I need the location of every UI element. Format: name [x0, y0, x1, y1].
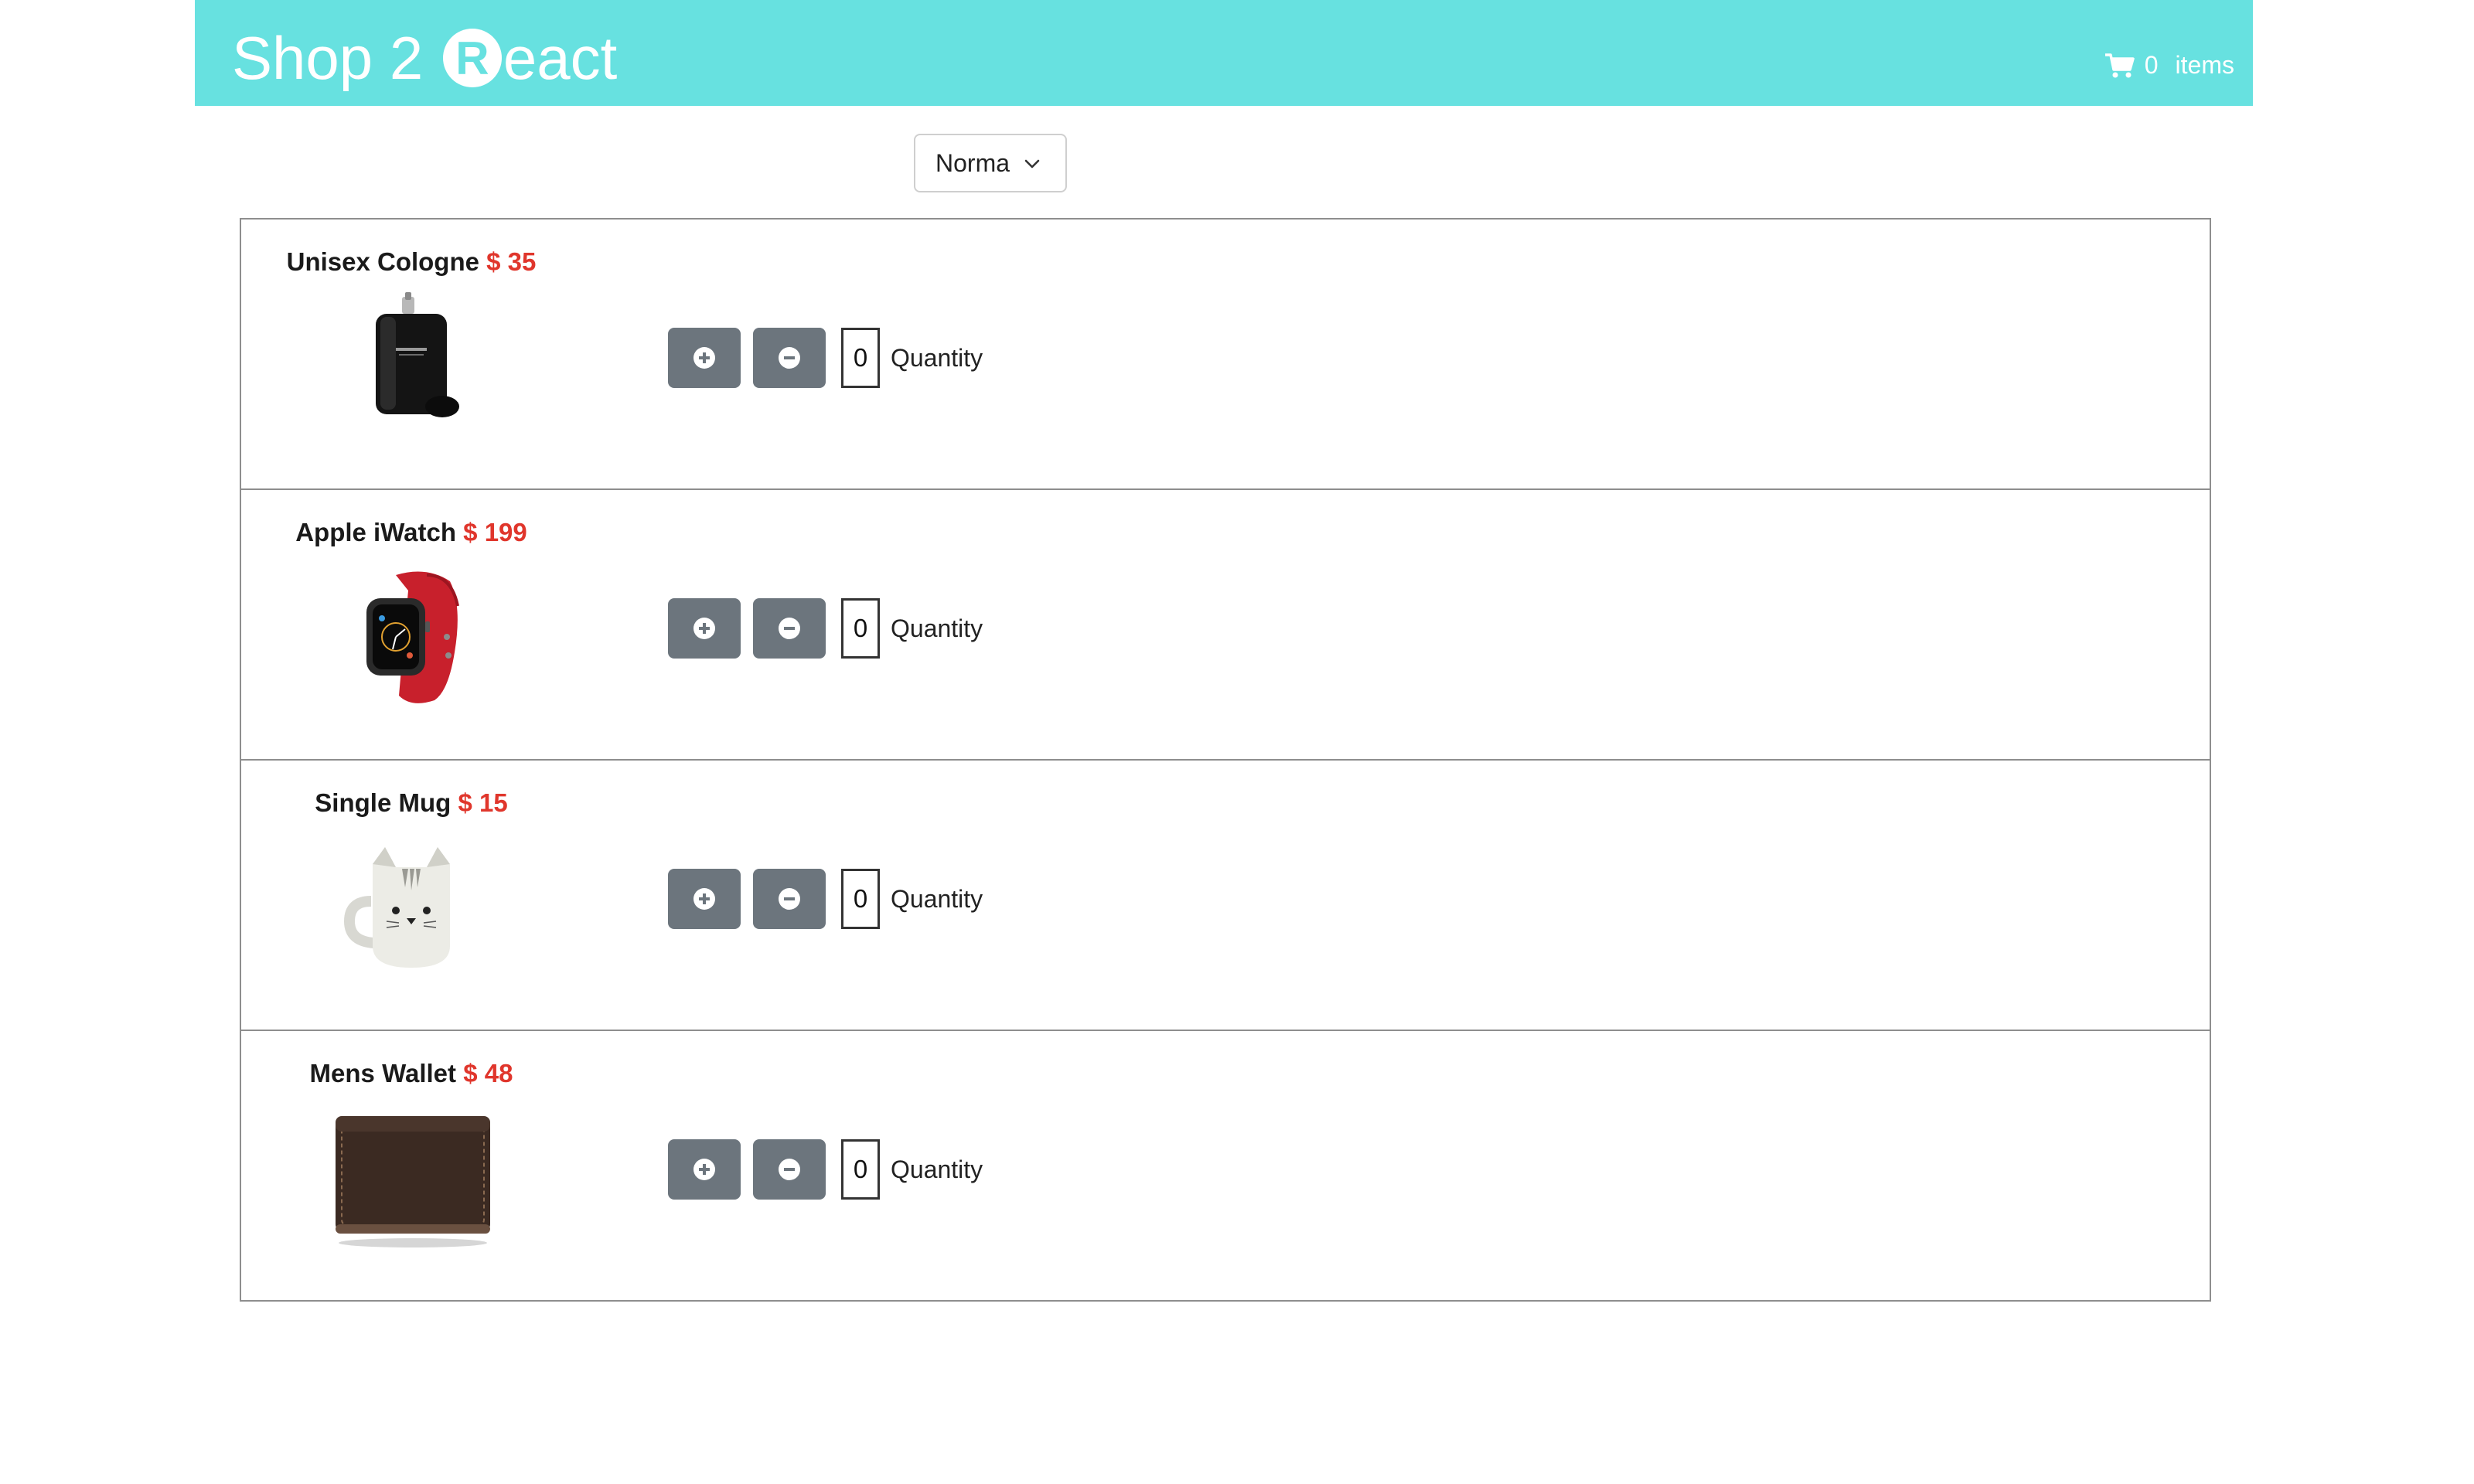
product-name: Single Mug — [315, 788, 452, 817]
product-image-watch — [319, 560, 504, 714]
product-row: Unisex Cologne $ 35 0 Quantity — [240, 218, 2211, 490]
plus-circle-icon — [693, 347, 715, 369]
quantity-label: Quantity — [891, 614, 983, 642]
minus-circle-icon — [779, 1159, 800, 1180]
product-name: Apple iWatch — [295, 518, 456, 546]
cart-count: 0 — [2144, 51, 2159, 79]
product-title: Single Mug $ 15 — [241, 788, 581, 818]
product-info: Mens Wallet $ 48 — [241, 1031, 581, 1302]
cologne-bottle-icon — [376, 292, 459, 417]
sort-select[interactable]: Norma — [914, 134, 1067, 192]
decrement-button[interactable] — [753, 328, 826, 388]
plus-circle-icon — [693, 1159, 715, 1180]
minus-circle-icon — [779, 888, 800, 910]
product-name: Unisex Cologne — [286, 247, 479, 276]
quantity-value: 0 — [841, 1139, 880, 1200]
increment-button[interactable] — [668, 598, 741, 659]
logo-react-r: R — [442, 29, 502, 87]
product-title: Apple iWatch $ 199 — [241, 518, 581, 547]
plus-circle-icon — [693, 888, 715, 910]
logo-text-prefix: Shop 2 — [232, 23, 440, 92]
increment-button[interactable] — [668, 328, 741, 388]
quantity-value: 0 — [841, 328, 880, 388]
product-row: Mens Wallet $ 48 0 Quantity — [240, 1030, 2211, 1302]
decrement-button[interactable] — [753, 869, 826, 929]
product-title: Unisex Cologne $ 35 — [241, 247, 581, 277]
product-price: $ 35 — [486, 247, 537, 276]
quantity-label: Quantity — [891, 884, 983, 913]
decrement-button[interactable] — [753, 598, 826, 659]
product-info: Apple iWatch $ 199 — [241, 490, 581, 761]
product-list: Unisex Cologne $ 35 0 Quantity Apple iWa… — [240, 218, 2211, 1302]
quantity-value: 0 — [841, 869, 880, 929]
cat-mug-icon — [343, 847, 450, 968]
page: Shop 2 R eact 0 items Norma Unisex Colog… — [0, 0, 2474, 1484]
chevron-down-icon — [1024, 159, 1040, 168]
increment-button[interactable] — [668, 1139, 741, 1200]
smartwatch-icon — [366, 571, 459, 703]
quantity-value: 0 — [841, 598, 880, 659]
quantity-controls: 0 Quantity — [668, 598, 983, 659]
product-info: Single Mug $ 15 — [241, 761, 581, 1031]
product-title: Mens Wallet $ 48 — [241, 1059, 581, 1088]
quantity-label: Quantity — [891, 343, 983, 372]
quantity-controls: 0 Quantity — [668, 1139, 983, 1200]
product-image-cologne — [319, 289, 504, 444]
product-info: Unisex Cologne $ 35 — [241, 220, 581, 490]
product-name: Mens Wallet — [309, 1059, 457, 1087]
sort-selected-value: Norma — [935, 148, 1010, 177]
product-image-mug — [319, 830, 504, 985]
app-header: Shop 2 R eact 0 items — [195, 0, 2253, 106]
app-logo[interactable]: Shop 2 R eact — [232, 23, 617, 93]
minus-circle-icon — [779, 618, 800, 639]
leather-wallet-icon — [336, 1116, 490, 1247]
decrement-button[interactable] — [753, 1139, 826, 1200]
increment-button[interactable] — [668, 869, 741, 929]
quantity-controls: 0 Quantity — [668, 869, 983, 929]
product-price: $ 199 — [463, 518, 527, 546]
product-row: Single Mug $ 15 0 Quantity — [240, 759, 2211, 1031]
shopping-cart-icon — [2104, 53, 2135, 77]
cart-label: items — [2175, 51, 2234, 79]
product-price: $ 48 — [463, 1059, 513, 1087]
product-image-wallet — [319, 1101, 504, 1255]
product-price: $ 15 — [458, 788, 508, 817]
plus-circle-icon — [693, 618, 715, 639]
cart-summary[interactable]: 0 items — [2104, 51, 2234, 80]
product-row: Apple iWatch $ 199 0 Quantity — [240, 488, 2211, 761]
quantity-label: Quantity — [891, 1155, 983, 1183]
quantity-controls: 0 Quantity — [668, 328, 983, 388]
logo-text-suffix: eact — [503, 23, 618, 92]
minus-circle-icon — [779, 347, 800, 369]
